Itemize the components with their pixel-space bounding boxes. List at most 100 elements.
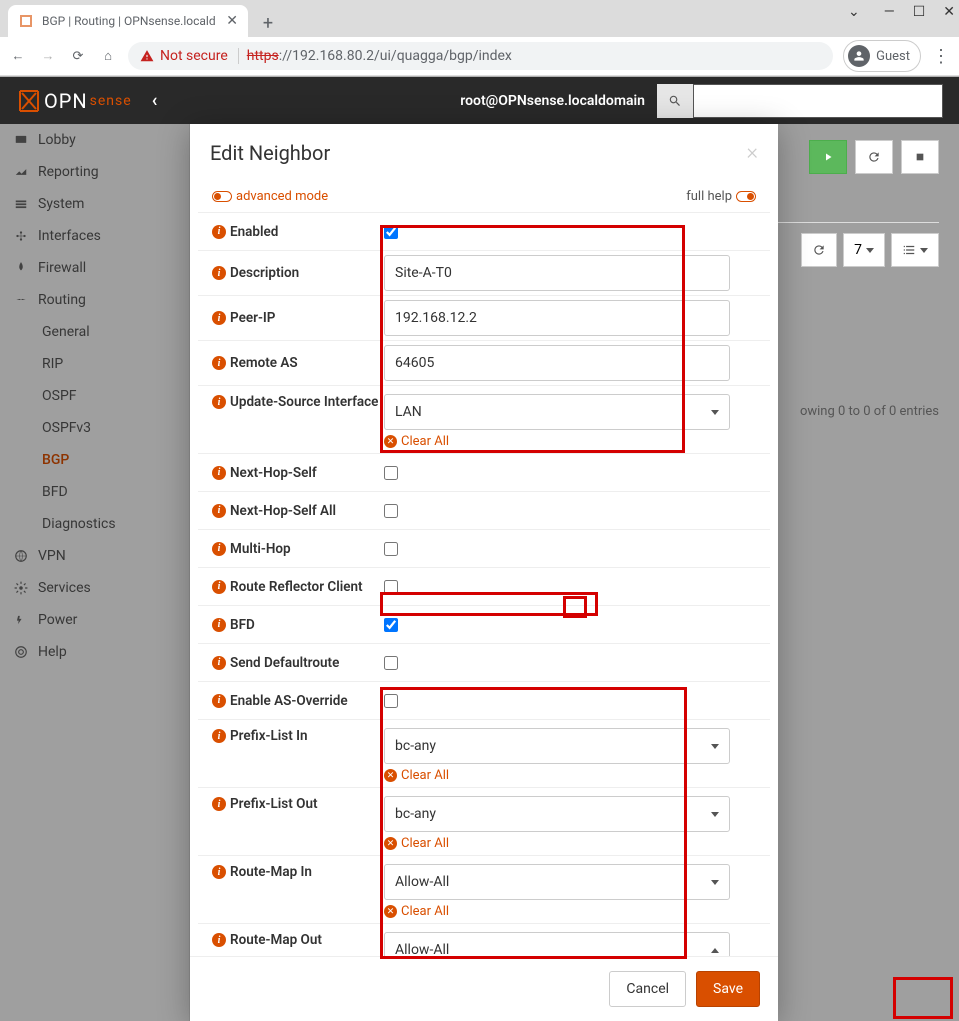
- list-icon: [902, 243, 916, 257]
- window-controls: ⌄ — ☐ ✕: [848, 4, 955, 20]
- rmapin-select[interactable]: Allow-All: [384, 864, 730, 900]
- info-icon[interactable]: i: [212, 865, 226, 879]
- nexthopself-checkbox[interactable]: [384, 466, 398, 480]
- label-asoverride: Enable AS-Override: [230, 693, 348, 709]
- label-prefixin: Prefix-List In: [230, 728, 308, 744]
- chevron-down-icon: [711, 410, 719, 415]
- toggle-off-icon: [736, 191, 756, 202]
- table-refresh-button[interactable]: [801, 233, 837, 267]
- nav-home-icon[interactable]: ⌂: [98, 48, 118, 64]
- chevron-down-icon: [711, 812, 719, 817]
- window-close-icon[interactable]: ✕: [943, 4, 955, 20]
- rmapout-select[interactable]: Allow-All: [384, 932, 730, 956]
- address-bar[interactable]: Not secure https://192.168.80.2/ui/quagg…: [128, 42, 833, 70]
- prefixin-select[interactable]: bc-any: [384, 728, 730, 764]
- label-rmapout: Route-Map Out: [230, 932, 322, 948]
- remoteas-input[interactable]: [384, 345, 730, 381]
- window-dropdown-icon[interactable]: ⌄: [848, 4, 860, 20]
- stop-icon: [915, 152, 925, 162]
- window-maximize-icon[interactable]: ☐: [913, 4, 926, 20]
- service-stop-button[interactable]: [901, 140, 939, 174]
- user-label: root@OPNsense.localdomain: [460, 93, 645, 109]
- nexthopselfall-checkbox[interactable]: [384, 504, 398, 518]
- browser-chrome: ⌄ — ☐ ✕ BGP | Routing | OPNsense.locald …: [0, 0, 959, 77]
- toggle-off-icon: [212, 191, 232, 202]
- label-rmapin: Route-Map In: [230, 864, 312, 880]
- table-pagesize-select[interactable]: 7: [843, 233, 885, 267]
- label-updatesrc: Update-Source Interface: [230, 394, 378, 410]
- info-icon[interactable]: i: [212, 356, 226, 370]
- updatesrc-select[interactable]: LAN: [384, 394, 730, 430]
- label-enabled: Enabled: [230, 224, 278, 240]
- tab-close-icon[interactable]: ✕: [226, 13, 238, 29]
- new-tab-button[interactable]: +: [254, 9, 282, 37]
- info-icon[interactable]: i: [212, 656, 226, 670]
- modal-title: Edit Neighbor: [210, 141, 330, 165]
- clear-all-link[interactable]: ✕Clear All: [384, 434, 449, 449]
- search-button[interactable]: [657, 84, 693, 118]
- label-multihop: Multi-Hop: [230, 541, 291, 557]
- info-icon[interactable]: i: [212, 933, 226, 947]
- info-icon[interactable]: i: [212, 225, 226, 239]
- edit-neighbor-modal: Edit Neighbor × advanced mode full help …: [190, 124, 778, 1021]
- info-icon[interactable]: i: [212, 395, 226, 409]
- table-columns-button[interactable]: [891, 233, 939, 267]
- clear-all-link[interactable]: ✕Clear All: [384, 836, 449, 851]
- label-rrclient: Route Reflector Client: [230, 579, 363, 595]
- asoverride-checkbox[interactable]: [384, 694, 398, 708]
- bfd-checkbox[interactable]: [384, 618, 398, 632]
- rrclient-checkbox[interactable]: [384, 580, 398, 594]
- info-icon[interactable]: i: [212, 580, 226, 594]
- warning-triangle-icon: [140, 49, 154, 63]
- info-icon[interactable]: i: [212, 266, 226, 280]
- info-icon[interactable]: i: [212, 694, 226, 708]
- label-remoteas: Remote AS: [230, 355, 298, 371]
- clear-icon: ✕: [384, 435, 397, 448]
- multihop-checkbox[interactable]: [384, 542, 398, 556]
- info-icon[interactable]: i: [212, 311, 226, 325]
- prefixout-select[interactable]: bc-any: [384, 796, 730, 832]
- label-bfd: BFD: [230, 617, 255, 633]
- logo[interactable]: OPNsense: [16, 88, 132, 114]
- info-icon[interactable]: i: [212, 729, 226, 743]
- clear-all-link[interactable]: ✕Clear All: [384, 768, 449, 783]
- security-warning[interactable]: Not secure: [140, 48, 239, 64]
- service-start-button[interactable]: [809, 140, 847, 174]
- service-restart-button[interactable]: [855, 140, 893, 174]
- chevron-down-icon: [711, 744, 719, 749]
- description-input[interactable]: [384, 255, 730, 291]
- info-icon[interactable]: i: [212, 542, 226, 556]
- info-icon[interactable]: i: [212, 466, 226, 480]
- search-input[interactable]: [693, 84, 943, 118]
- modal-close-button[interactable]: ×: [746, 140, 758, 165]
- info-icon[interactable]: i: [212, 504, 226, 518]
- clear-all-link[interactable]: ✕Clear All: [384, 904, 449, 919]
- window-minimize-icon[interactable]: —: [884, 4, 895, 20]
- advanced-mode-toggle[interactable]: advanced mode: [212, 189, 328, 204]
- info-icon[interactable]: i: [212, 618, 226, 632]
- chevron-down-icon: [711, 880, 719, 885]
- browser-tab[interactable]: BGP | Routing | OPNsense.locald ✕: [8, 5, 248, 37]
- info-icon[interactable]: i: [212, 797, 226, 811]
- guest-profile-chip[interactable]: Guest: [843, 40, 921, 72]
- nav-back-icon[interactable]: ←: [8, 48, 28, 64]
- favicon-icon: [18, 13, 34, 29]
- header-back-icon[interactable]: ‹: [152, 90, 158, 111]
- play-icon: [822, 151, 834, 163]
- full-help-toggle[interactable]: full help: [686, 189, 756, 204]
- clear-icon: ✕: [384, 837, 397, 850]
- enabled-checkbox[interactable]: [384, 225, 398, 239]
- senddefault-checkbox[interactable]: [384, 656, 398, 670]
- browser-menu-icon[interactable]: ⋮: [931, 46, 951, 67]
- clear-icon: ✕: [384, 905, 397, 918]
- peerip-input[interactable]: [384, 300, 730, 336]
- label-senddefault: Send Defaultroute: [230, 655, 339, 671]
- app-header: OPNsense ‹ root@OPNsense.localdomain: [0, 77, 959, 124]
- cancel-button[interactable]: Cancel: [609, 971, 686, 1007]
- tab-title: BGP | Routing | OPNsense.locald: [42, 14, 218, 28]
- label-peerip: Peer-IP: [230, 310, 275, 326]
- url-text: https://192.168.80.2/ui/quagga/bgp/index: [247, 48, 512, 64]
- save-button[interactable]: Save: [696, 971, 760, 1007]
- refresh-icon: [812, 243, 826, 257]
- nav-reload-icon[interactable]: ⟳: [68, 49, 88, 64]
